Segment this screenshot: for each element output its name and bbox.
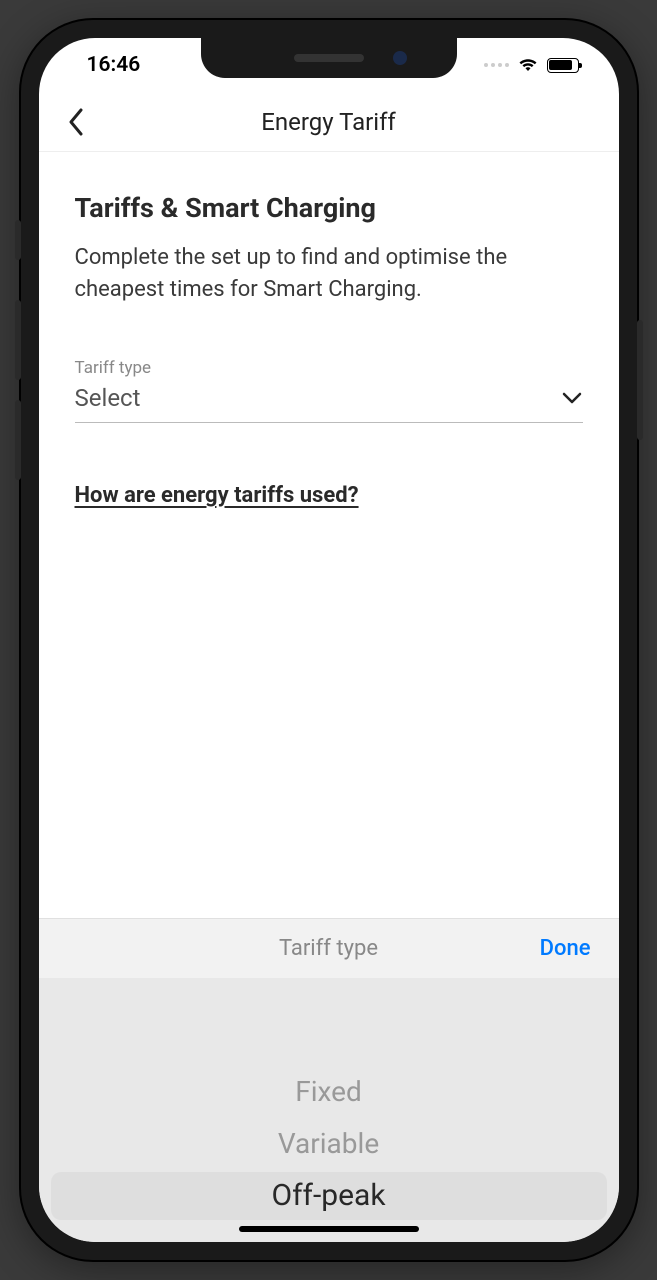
picker-title: Tariff type xyxy=(279,936,378,961)
tariff-type-label: Tariff type xyxy=(75,358,583,378)
picker-wheel[interactable]: Fixed Variable Off-peak xyxy=(39,978,619,1242)
signal-dots-icon xyxy=(484,63,509,67)
chevron-left-icon xyxy=(67,107,85,137)
phone-frame: 16:46 xyxy=(21,20,637,1260)
nav-header: Energy Tariff xyxy=(39,92,619,152)
done-button[interactable]: Done xyxy=(540,936,591,961)
content-area: Tariffs & Smart Charging Complete the se… xyxy=(39,152,619,918)
volume-down-button xyxy=(15,400,21,480)
wifi-icon xyxy=(517,57,539,73)
picker-toolbar: Tariff type Done xyxy=(39,918,619,978)
chevron-down-icon xyxy=(561,391,583,405)
tariff-type-value: Select xyxy=(75,384,141,412)
status-right xyxy=(484,57,579,73)
phone-screen: 16:46 xyxy=(39,38,619,1242)
back-button[interactable] xyxy=(67,107,85,137)
home-indicator[interactable] xyxy=(239,1226,419,1232)
nav-title: Energy Tariff xyxy=(261,108,396,136)
page-heading: Tariffs & Smart Charging xyxy=(75,192,583,224)
side-button xyxy=(15,220,21,260)
tariff-type-select[interactable]: Select xyxy=(75,384,583,423)
battery-icon xyxy=(547,58,579,73)
help-link[interactable]: How are energy tariffs used? xyxy=(75,483,583,508)
picker-option-offpeak[interactable]: Off-peak xyxy=(39,1170,619,1222)
status-time: 16:46 xyxy=(87,53,141,77)
page-description: Complete the set up to find and optimise… xyxy=(75,242,583,306)
volume-up-button xyxy=(15,300,21,380)
power-button xyxy=(637,320,643,440)
front-camera xyxy=(393,51,407,65)
picker-option-fixed[interactable]: Fixed xyxy=(39,1066,619,1118)
speaker xyxy=(294,54,364,62)
notch xyxy=(201,38,457,78)
picker-option-variable[interactable]: Variable xyxy=(39,1118,619,1170)
